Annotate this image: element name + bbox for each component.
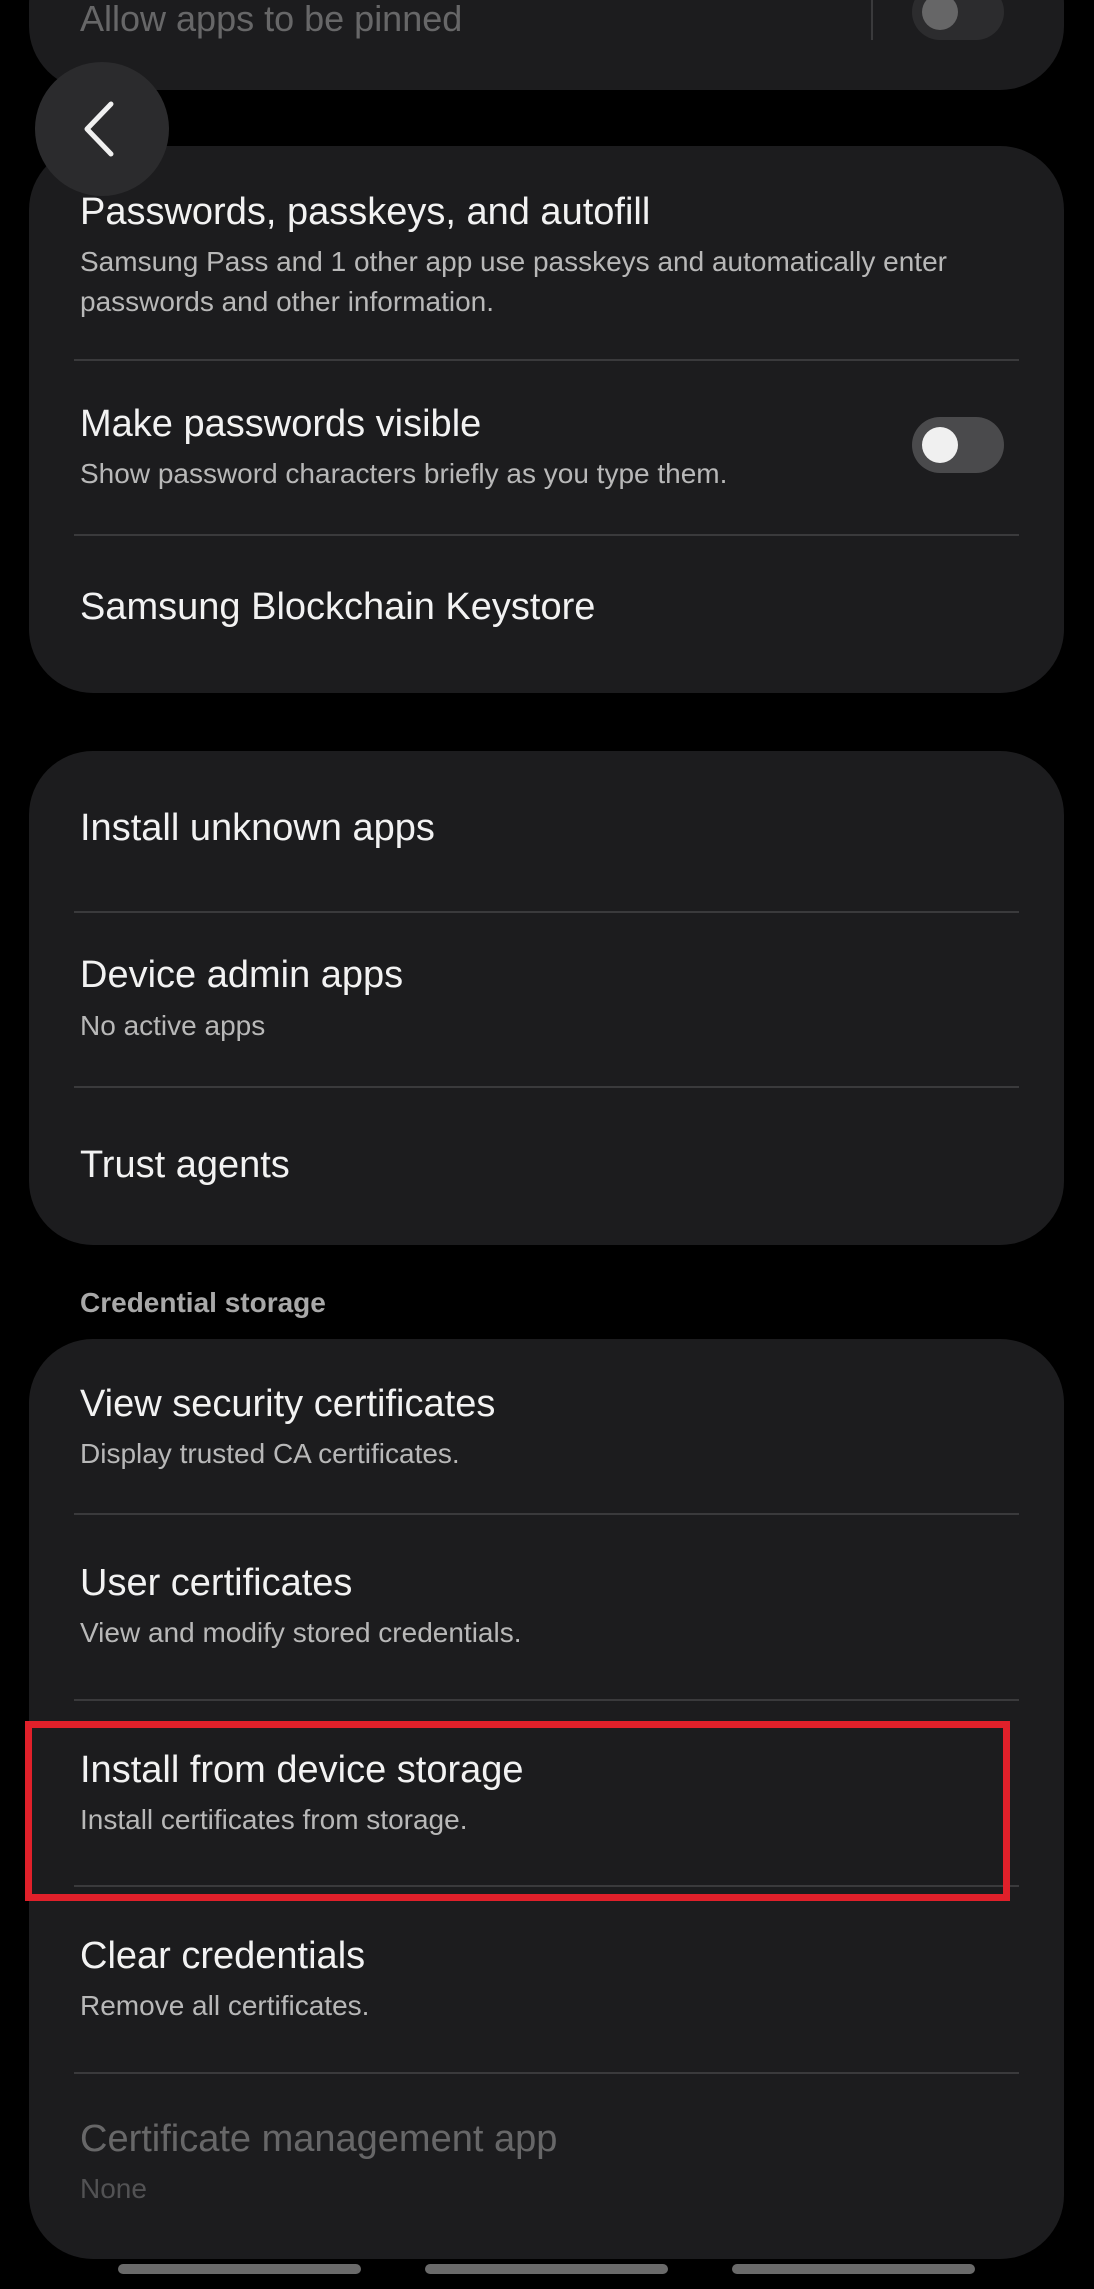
make-passwords-visible-item[interactable]: Make passwords visible Show password cha…: [29, 361, 1064, 534]
allow-apps-pinned-title[interactable]: Allow apps to be pinned: [80, 0, 462, 40]
item-subtitle: Remove all certificates.: [80, 1990, 370, 2021]
item-title: Install unknown apps: [80, 807, 435, 849]
allow-apps-pinned-toggle[interactable]: [912, 0, 1004, 40]
view-security-certificates-item[interactable]: View security certificates Display trust…: [29, 1339, 1064, 1513]
back-button[interactable]: [35, 62, 169, 196]
item-subtitle: Show password characters briefly as you …: [80, 458, 728, 489]
item-subtitle: Display trusted CA certificates.: [80, 1438, 460, 1469]
item-title: View security certificates: [80, 1383, 496, 1425]
highlight-box: [25, 1721, 1010, 1901]
make-passwords-visible-toggle[interactable]: [912, 417, 1004, 473]
user-certificates-item[interactable]: User certificates View and modify stored…: [29, 1515, 1064, 1699]
item-title: Samsung Blockchain Keystore: [80, 586, 596, 628]
toggle-knob: [922, 0, 958, 30]
install-unknown-apps-item[interactable]: Install unknown apps: [29, 751, 1064, 912]
certificate-management-app-item[interactable]: Certificate management app None: [29, 2074, 1064, 2259]
item-title: Device admin apps: [80, 954, 404, 996]
nav-pill-left[interactable]: [118, 2264, 361, 2274]
item-title: Make passwords visible: [80, 403, 482, 445]
passwords-passkeys-autofill-item[interactable]: Passwords, passkeys, and autofill Samsun…: [29, 146, 1064, 360]
nav-pill-right[interactable]: [732, 2264, 975, 2274]
item-subtitle: View and modify stored credentials.: [80, 1617, 522, 1648]
group2-card: Install unknown apps Device admin apps N…: [29, 751, 1064, 1245]
toggle-separator: [871, 0, 873, 40]
item-title: Passwords, passkeys, and autofill: [80, 191, 651, 233]
item-title: User certificates: [80, 1562, 353, 1604]
clear-credentials-item[interactable]: Clear credentials Remove all certificate…: [29, 1887, 1064, 2071]
toggle-knob: [922, 427, 958, 463]
item-subtitle: Samsung Pass and 1 other app use passkey…: [80, 246, 947, 277]
item-subtitle: No active apps: [80, 1010, 266, 1041]
chevron-left-icon: [84, 101, 114, 157]
item-title: Certificate management app: [80, 2118, 558, 2160]
trust-agents-item[interactable]: Trust agents: [29, 1088, 1064, 1245]
item-title: Clear credentials: [80, 1935, 366, 1977]
item-subtitle: passwords and other information.: [80, 286, 494, 317]
item-title: Trust agents: [80, 1144, 290, 1186]
device-admin-apps-item[interactable]: Device admin apps No active apps: [29, 913, 1064, 1086]
samsung-blockchain-keystore-item[interactable]: Samsung Blockchain Keystore: [29, 536, 1064, 693]
item-subtitle: None: [80, 2173, 147, 2204]
nav-pill-center[interactable]: [425, 2264, 668, 2274]
credential-storage-header: Credential storage: [80, 1287, 326, 1318]
group1-card: Passwords, passkeys, and autofill Samsun…: [29, 146, 1064, 693]
top-partial-card: Allow apps to be pinned: [29, 0, 1064, 90]
